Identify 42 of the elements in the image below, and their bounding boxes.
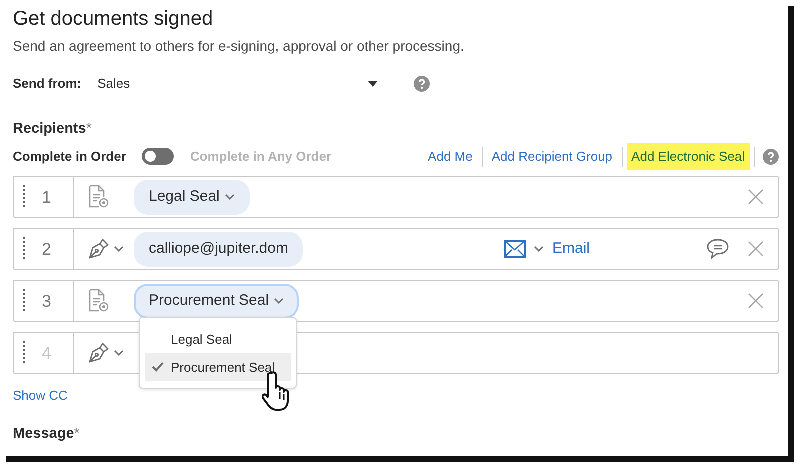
dropdown-option[interactable]: Legal Seal <box>145 325 291 354</box>
seal-dropdown[interactable]: Legal Seal <box>134 180 250 214</box>
caret-icon <box>368 81 378 87</box>
drag-handle-icon[interactable] <box>23 185 26 210</box>
envelope-icon[interactable] <box>504 240 526 258</box>
send-from-label: Send from: <box>13 75 82 94</box>
seal-dropdown[interactable]: Procurement Seal <box>134 284 300 318</box>
row-number: 1 <box>42 186 52 208</box>
row-number: 3 <box>42 290 52 312</box>
toolbar-link[interactable]: Add Recipient Group <box>486 142 618 170</box>
page-subtitle: Send an agreement to others for e-signing, approval or other processing. <box>13 37 466 56</box>
dropdown-option[interactable]: Procurement Seal <box>145 353 291 382</box>
chevron-down-icon <box>224 194 235 200</box>
toolbar-link[interactable]: Add Me <box>423 142 478 170</box>
drag-handle-icon[interactable] <box>23 289 26 314</box>
pen-nib-icon[interactable] <box>88 238 110 260</box>
row-number: 2 <box>42 238 52 260</box>
email-field[interactable]: calliope@jupiter.dom <box>134 232 304 266</box>
order-label: Complete in Order <box>13 148 126 166</box>
help-icon[interactable] <box>414 76 430 92</box>
page-title: Get documents signed <box>13 7 214 32</box>
document-gear-icon[interactable] <box>88 185 110 210</box>
chevron-down-icon <box>534 246 544 252</box>
drag-handle-icon[interactable] <box>23 341 26 366</box>
chevron-down-icon <box>114 350 124 356</box>
toggle-switch[interactable] <box>142 148 174 165</box>
chevron-down-icon <box>114 246 124 252</box>
document-gear-icon[interactable] <box>88 289 110 314</box>
chevron-down-icon <box>274 298 284 304</box>
pen-nib-icon[interactable] <box>88 342 110 364</box>
any-order-label: Complete in Any Order <box>190 148 332 166</box>
drag-handle-icon[interactable] <box>23 237 26 262</box>
row-number: 4 <box>42 342 52 364</box>
show-cc-link[interactable]: Show CC <box>13 386 68 406</box>
toolbar-link[interactable]: Add Electronic Seal <box>626 142 750 170</box>
send-from-dropdown[interactable]: Sales <box>98 74 378 94</box>
speech-bubble-icon[interactable] <box>706 238 730 260</box>
message-heading: Message* <box>13 425 81 444</box>
checkmark-icon <box>152 362 164 372</box>
delivery-method-link[interactable]: Email <box>552 238 590 260</box>
help-icon[interactable] <box>763 148 779 164</box>
recipients-heading: Recipients* <box>13 120 93 139</box>
